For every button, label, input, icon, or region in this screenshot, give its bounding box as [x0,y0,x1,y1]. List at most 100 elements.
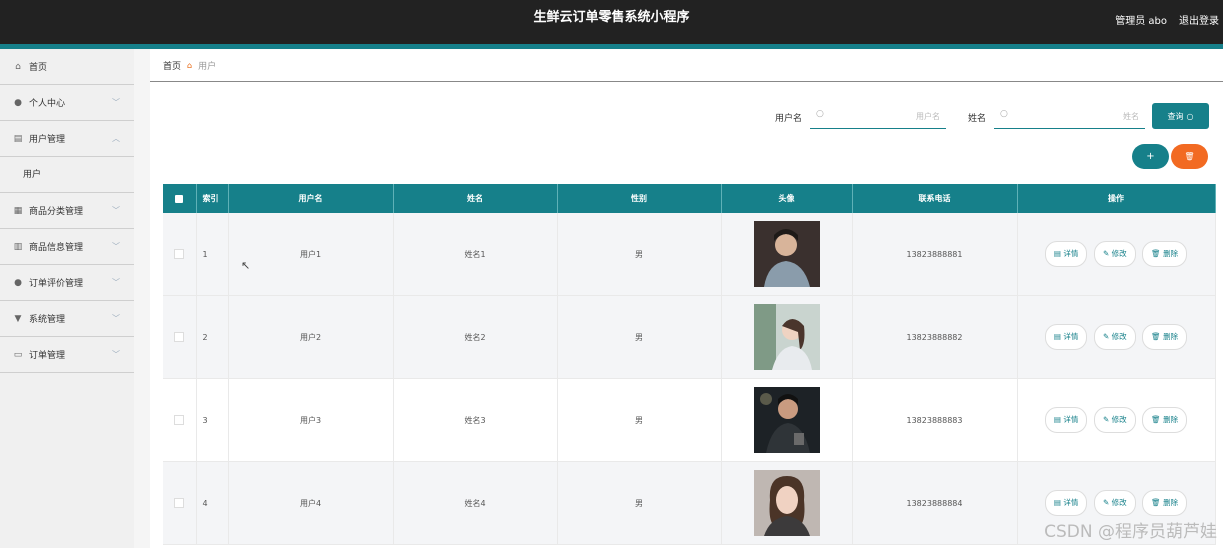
edit-button[interactable]: ✎ 修改 [1093,241,1136,267]
search-icon: ○ [1186,111,1194,121]
cell-name: 姓名3 [393,378,558,462]
trash-icon: 🗑 [1184,152,1195,161]
filter-icon: ▼ [14,313,22,324]
cell-gender: 男 [557,213,722,296]
top-bar: 生鲜云订单零售系统小程序 管理员 abo 退出登录 [0,0,1223,49]
cell-phone: 13823888884 [852,461,1018,545]
cell-avatar [721,378,853,462]
cell-index: 2 [196,295,229,379]
sidebar-item-label: 商品信息管理 [29,243,84,253]
chevron-down-icon: ﹀ [112,350,120,359]
breadcrumb-current: 用户 [198,61,217,72]
chevron-down-icon: ﹀ [112,206,120,215]
avatar[interactable] [753,470,820,536]
cell-gender: 男 [557,378,722,462]
column-header: 联系电话 [852,184,1018,213]
document-icon: ▤ [1053,249,1064,258]
edit-button[interactable]: ✎ 修改 [1093,324,1136,350]
cell-phone: 13823888881 [852,213,1018,296]
edit-button[interactable]: ✎ 修改 [1093,407,1136,433]
row-checkbox[interactable] [163,213,197,296]
document-icon: ▤ [1053,498,1064,507]
detail-button[interactable]: ▤ 详情 [1044,407,1088,433]
delete-button[interactable]: 🗑 删除 [1142,407,1188,433]
sidebar-subitem-user[interactable]: 用户 [0,157,134,193]
sidebar-item-product-management[interactable]: ▥ 商品信息管理 ﹀ [0,229,134,265]
mouse-cursor-icon: ↖ [241,259,251,272]
delete-button[interactable]: 🗑 删除 [1142,490,1188,516]
chevron-down-icon: ﹀ [112,98,120,107]
trash-icon: 🗑 [1151,498,1164,507]
cell-username: 用户3 [228,378,394,462]
trash-icon: 🗑 [1151,249,1164,258]
avatar[interactable] [753,304,820,370]
trash-icon: 🗑 [1151,415,1164,424]
batch-delete-button[interactable]: 🗑 [1171,144,1208,169]
name-input[interactable] [1014,107,1141,125]
row-checkbox[interactable] [163,461,197,545]
cell-phone: 13823888882 [852,295,1018,379]
query-button[interactable]: 查询 ○ [1152,103,1209,129]
sidebar-item-user-management[interactable]: ▤ 用户管理 ︿ [0,121,134,157]
chevron-down-icon: ﹀ [112,242,120,251]
admin-label: 管理员 abo [1115,16,1167,27]
cell-name: 姓名2 [393,295,558,379]
chevron-up-icon: ︿ [112,134,120,143]
app-title: 生鲜云订单零售系统小程序 [533,10,690,25]
avatar[interactable] [753,221,820,287]
breadcrumb-home[interactable]: 首页 [163,59,181,72]
detail-button[interactable]: ▤ 详情 [1044,241,1088,267]
pencil-icon: ✎ [1102,498,1112,507]
username-field: ○ [810,103,946,129]
person-icon: ● [14,277,22,288]
column-header: 操作 [1017,184,1216,213]
trash-icon: 🗑 [1151,332,1164,341]
pencil-icon: ✎ [1102,332,1112,341]
avatar[interactable] [753,387,820,453]
detail-button[interactable]: ▤ 详情 [1044,324,1088,350]
sidebar-item-review-management[interactable]: ● 订单评价管理 ﹀ [0,265,134,301]
person-icon: ● [14,97,22,108]
edit-button[interactable]: ✎ 修改 [1093,490,1136,516]
cell-avatar [721,461,853,545]
query-button-label: 查询 [1167,111,1184,121]
sidebar-item-order-management[interactable]: ▭ 订单管理 ﹀ [0,337,134,373]
sidebar-item-personal-center[interactable]: ● 个人中心 ﹀ [0,85,134,121]
document-icon: ▤ [1053,332,1064,341]
delete-button[interactable]: 🗑 删除 [1142,324,1188,350]
cell-username: 用户2 [228,295,394,379]
search-area: 用户名 ○ 姓名 ○ 查询 ○ + 🗑 [150,84,1223,184]
sidebar-item-system-management[interactable]: ▼ 系统管理 ﹀ [0,301,134,337]
sidebar-item-category-management[interactable]: ▦ 商品分类管理 ﹀ [0,193,134,229]
search-icon: ○ [816,109,824,119]
cell-actions: ▤ 详情 ✎ 修改 🗑 删除 [1017,213,1216,296]
add-button[interactable]: + [1132,144,1169,169]
row-checkbox[interactable] [163,295,197,379]
cell-gender: 男 [557,295,722,379]
clipboard-icon: ▤ [13,133,23,144]
table-row: 1 用户1 姓名1 男 13823888881 ▤ 详情 ✎ 修改 🗑 删除 [163,213,1216,296]
name-field: ○ [994,103,1145,129]
detail-button[interactable]: ▤ 详情 [1044,490,1088,516]
delete-button[interactable]: 🗑 删除 [1142,241,1188,267]
sidebar: ⌂ 首页 ● 个人中心 ﹀ ▤ 用户管理 ︿ 用户 ▦ 商品分类管理 ﹀ ▥ 商… [0,49,134,548]
username-input[interactable] [830,107,942,125]
table-row: 2 用户2 姓名2 男 13823888882 ▤ 详情 ✎ 修改 🗑 删除 [163,295,1216,379]
sidebar-item-label: 个人中心 [29,99,66,109]
sidebar-item-home[interactable]: ⌂ 首页 [0,49,134,85]
document-icon: ▤ [1053,415,1064,424]
cell-actions: ▤ 详情 ✎ 修改 🗑 删除 [1017,295,1216,379]
table-row: 3 用户3 姓名3 男 13823888883 ▤ 详情 ✎ 修改 🗑 删除 [163,378,1216,462]
row-checkbox[interactable] [163,378,197,462]
select-all-checkbox[interactable] [163,184,197,213]
cell-actions: ▤ 详情 ✎ 修改 🗑 删除 [1017,378,1216,462]
cell-gender: 男 [557,461,722,545]
column-header: 用户名 [228,184,394,213]
home-icon: ⌂ [15,61,21,72]
cell-username: 用户1 [228,213,394,296]
sidebar-item-label: 系统管理 [29,315,66,325]
logout-link[interactable]: 退出登录 [1179,12,1221,27]
cell-phone: 13823888883 [852,378,1018,462]
sidebar-item-label: 订单管理 [29,351,66,361]
grid-icon: ▦ [13,205,23,216]
